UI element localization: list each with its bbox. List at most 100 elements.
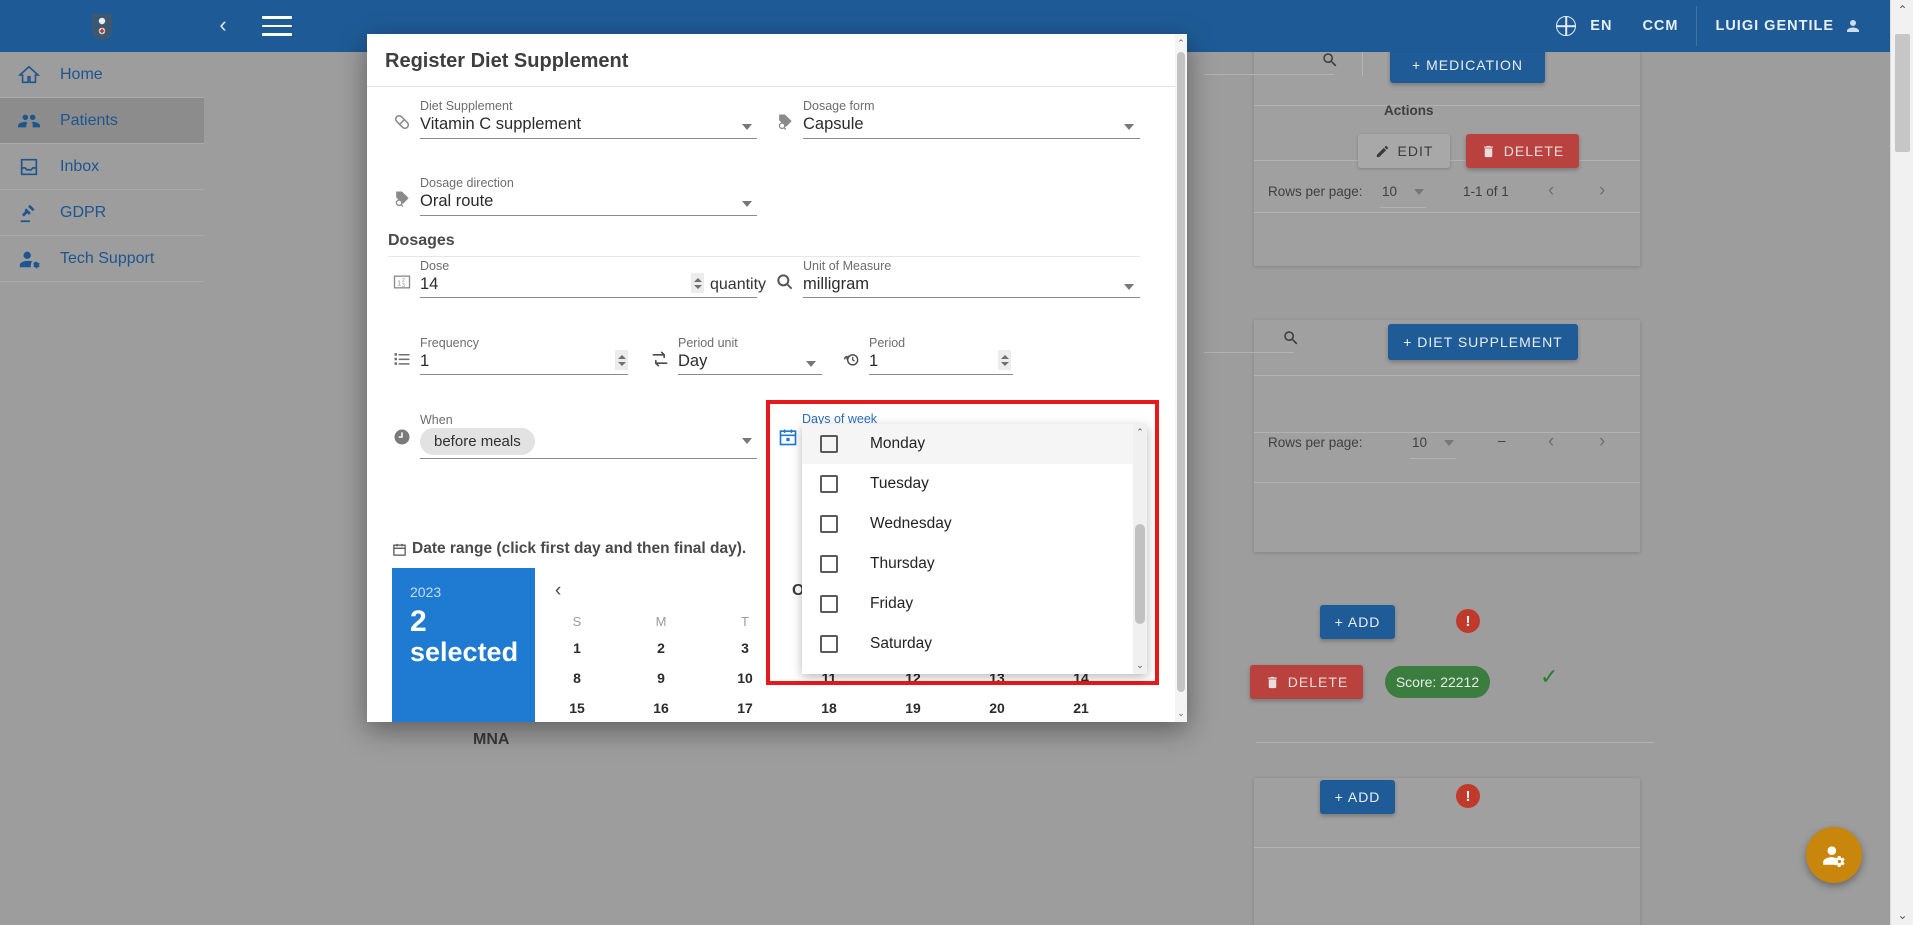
add-diet-supplement-button[interactable]: + DIET SUPPLEMENT xyxy=(1388,324,1578,360)
days-of-week-option-wednesday[interactable]: Wednesday xyxy=(802,504,1147,544)
prev-page-button[interactable]: ‹ xyxy=(1548,431,1554,453)
search-underline xyxy=(1204,74,1334,75)
next-page-button[interactable]: › xyxy=(1599,180,1605,202)
calendar-prev-month-button[interactable]: ‹ xyxy=(555,580,561,602)
globe-icon[interactable] xyxy=(1556,16,1577,36)
sidebar-item-home[interactable]: Home xyxy=(0,52,204,98)
rows-per-page-label: Rows per page: xyxy=(1268,435,1363,450)
when-chip[interactable]: before meals xyxy=(420,428,535,455)
calendar-day[interactable]: 21 xyxy=(1039,693,1123,722)
days-of-week-option-monday[interactable]: Monday xyxy=(802,424,1147,464)
next-page-button[interactable]: › xyxy=(1599,431,1605,453)
svg-text:1: 1 xyxy=(397,278,401,287)
unit-of-measure-caret-icon[interactable] xyxy=(1124,284,1134,290)
diet-supplement-value[interactable]: Vitamin C supplement xyxy=(420,115,581,134)
add-medication-button[interactable]: + MEDICATION xyxy=(1390,47,1545,83)
calendar-day[interactable]: 20 xyxy=(955,693,1039,722)
period-unit-value[interactable]: Day xyxy=(678,352,707,371)
days-of-week-option-thursday[interactable]: Thursday xyxy=(802,544,1147,584)
scroll-up-arrow-icon[interactable]: ⌃ xyxy=(1891,0,1913,20)
language-selector[interactable]: EN xyxy=(1590,18,1612,34)
search-icon[interactable] xyxy=(1282,329,1300,347)
underline xyxy=(420,297,757,298)
search-icon[interactable] xyxy=(1321,51,1339,69)
frequency-value[interactable]: 1 xyxy=(420,352,429,371)
sidebar-item-patients[interactable]: Patients xyxy=(0,98,204,144)
page-scrollbar[interactable]: ⌃ ⌄ xyxy=(1890,0,1913,925)
calendar-day[interactable]: 8 xyxy=(535,663,619,693)
dose-value[interactable]: 14 xyxy=(420,275,438,294)
calendar-day[interactable]: 19 xyxy=(871,693,955,722)
sidebar-item-inbox[interactable]: Inbox xyxy=(0,144,204,190)
sidebar-collapse-button[interactable]: ‹ xyxy=(210,13,236,39)
add-diet-supplement-label: + DIET SUPPLEMENT xyxy=(1403,334,1563,350)
user-name[interactable]: LUIGI GENTILE xyxy=(1715,18,1834,34)
calendar-day[interactable]: 17 xyxy=(703,693,787,722)
rows-per-page-value[interactable]: 10 xyxy=(1382,184,1397,199)
person-icon[interactable] xyxy=(1844,17,1862,35)
underline xyxy=(803,138,1140,139)
checkbox-icon[interactable] xyxy=(820,515,838,533)
patient-settings-fab[interactable] xyxy=(1806,827,1862,883)
dialog-scrollbar[interactable]: ⌃ ⌄ xyxy=(1175,34,1187,722)
dosage-direction-caret-icon[interactable] xyxy=(742,201,752,207)
ccm-link[interactable]: CCM xyxy=(1642,18,1678,34)
trash-icon xyxy=(1267,676,1277,688)
days-of-week-option-saturday[interactable]: Saturday xyxy=(802,624,1147,664)
calendar-icon[interactable] xyxy=(778,427,798,447)
divider xyxy=(1254,482,1640,483)
sidebar-item-tech-support[interactable]: Tech Support xyxy=(0,236,204,282)
days-of-week-option-tuesday[interactable]: Tuesday xyxy=(802,464,1147,504)
diet-supplement-caret-icon[interactable] xyxy=(742,124,752,130)
rows-per-page-caret-icon[interactable] xyxy=(1414,189,1424,195)
edit-button[interactable]: EDIT xyxy=(1358,134,1450,168)
checkbox-icon[interactable] xyxy=(820,475,838,493)
add-button[interactable]: + ADD xyxy=(1320,605,1395,639)
dosage-direction-value[interactable]: Oral route xyxy=(420,192,493,211)
period-unit-caret-icon[interactable] xyxy=(806,361,816,367)
divider xyxy=(1254,375,1640,376)
dose-stepper[interactable] xyxy=(691,273,704,293)
days-of-week-option-friday[interactable]: Friday xyxy=(802,584,1147,624)
checkbox-icon[interactable] xyxy=(820,595,838,613)
rows-per-page-caret-icon[interactable] xyxy=(1444,440,1454,446)
scroll-down-arrow-icon[interactable]: ⌄ xyxy=(1133,658,1147,673)
calendar-day[interactable]: 2 xyxy=(619,633,703,663)
sidebar-item-gdpr[interactable]: GDPR xyxy=(0,190,204,236)
dosages-section-heading: Dosages xyxy=(388,232,455,249)
scroll-up-arrow-icon[interactable]: ⌃ xyxy=(1133,425,1147,440)
error-icon[interactable]: ! xyxy=(1456,609,1480,633)
checkbox-icon[interactable] xyxy=(820,635,838,653)
checkbox-icon[interactable] xyxy=(820,555,838,573)
home-icon xyxy=(18,65,40,83)
calendar-day[interactable]: 1 xyxy=(535,633,619,663)
days-scrollbar-thumb[interactable] xyxy=(1135,524,1145,624)
calendar-day[interactable]: 16 xyxy=(619,693,703,722)
add-button[interactable]: + ADD xyxy=(1320,780,1395,814)
delete-button[interactable]: DELETE xyxy=(1250,665,1363,699)
dosage-form-caret-icon[interactable] xyxy=(1124,124,1134,130)
days-of-week-scrollbar[interactable]: ⌃ ⌄ xyxy=(1133,424,1147,674)
rows-per-page-value[interactable]: 10 xyxy=(1412,435,1427,450)
scroll-down-arrow-icon[interactable]: ⌄ xyxy=(1175,706,1187,720)
scroll-up-arrow-icon[interactable]: ⌃ xyxy=(1175,36,1187,50)
calendar-day[interactable]: 18 xyxy=(787,693,871,722)
dialog-title: Register Diet Supplement xyxy=(385,50,629,72)
dialog-scrollbar-thumb[interactable] xyxy=(1177,52,1185,692)
prev-page-button[interactable]: ‹ xyxy=(1548,180,1554,202)
hamburger-icon[interactable] xyxy=(262,16,292,38)
frequency-stepper[interactable] xyxy=(615,350,628,370)
scrollbar-thumb[interactable] xyxy=(1895,34,1910,152)
calendar-day[interactable]: 9 xyxy=(619,663,703,693)
when-caret-icon[interactable] xyxy=(742,438,752,444)
unit-of-measure-value[interactable]: milligram xyxy=(803,275,869,294)
dosage-form-value[interactable]: Capsule xyxy=(803,115,864,134)
underline xyxy=(1410,458,1456,459)
calendar-day[interactable]: 15 xyxy=(535,693,619,722)
checkbox-icon[interactable] xyxy=(820,435,838,453)
delete-button[interactable]: DELETE xyxy=(1466,134,1579,168)
scroll-down-arrow-icon[interactable]: ⌄ xyxy=(1891,905,1913,925)
period-stepper[interactable] xyxy=(998,350,1011,370)
period-value[interactable]: 1 xyxy=(869,352,878,371)
error-icon[interactable]: ! xyxy=(1456,784,1480,808)
